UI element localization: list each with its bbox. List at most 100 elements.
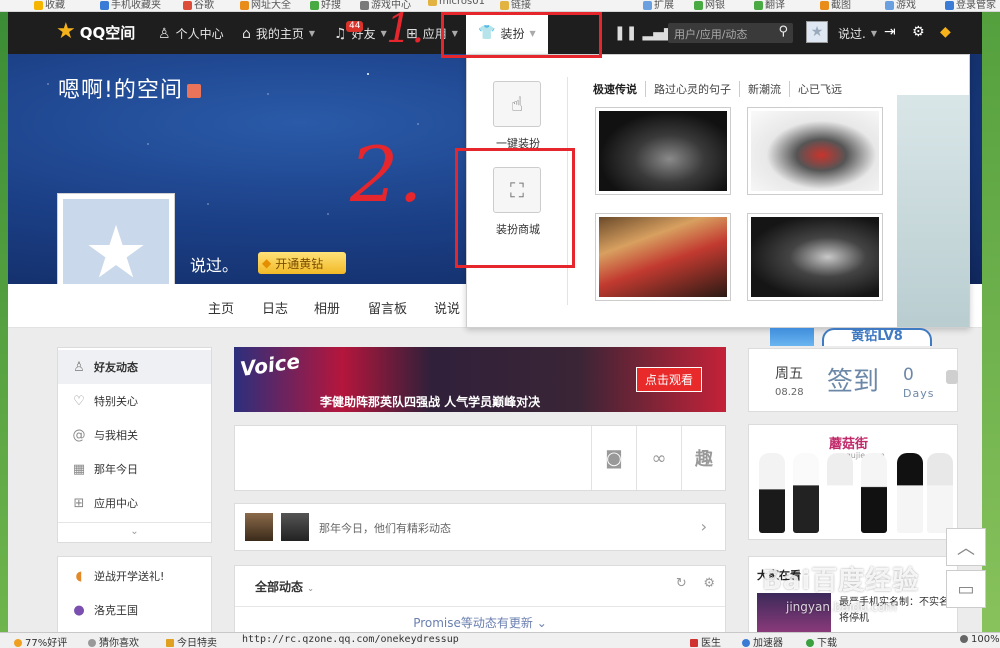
gear-icon[interactable]: ⚙ xyxy=(703,576,715,591)
camera-icon[interactable]: ◙ xyxy=(591,426,636,490)
friends-badge: 44 xyxy=(346,21,364,32)
home-icon: ⌂ xyxy=(242,25,251,42)
chevron-right-icon: › xyxy=(700,517,707,536)
feedback-button[interactable]: ▭ xyxy=(946,570,986,608)
link-icon[interactable]: ∞ xyxy=(636,426,681,490)
fun-icon[interactable]: 趣 xyxy=(681,426,726,490)
status-zoom[interactable]: 100% xyxy=(960,634,1000,645)
theme-thumbnail[interactable] xyxy=(747,213,883,301)
gear-icon[interactable]: ⚙ xyxy=(912,24,925,40)
fav-item[interactable]: 链接 xyxy=(500,0,531,11)
download-icon xyxy=(806,639,814,647)
music-player-icon[interactable]: ❚❚ ▂▄▆ xyxy=(614,25,675,41)
refresh-icon[interactable]: ↻ xyxy=(676,576,687,591)
back-to-top-button[interactable]: ︿ xyxy=(946,528,986,566)
status-rating[interactable]: 77%好评 xyxy=(14,634,67,648)
sign-in-button[interactable]: 签到 xyxy=(827,361,879,398)
tab-shuoshuo[interactable]: 说说 xyxy=(434,298,460,317)
one-click-dressup-button[interactable]: ☝ xyxy=(493,81,541,127)
friend-avatar xyxy=(281,513,309,541)
chevron-down-icon[interactable]: ⌄ xyxy=(58,522,211,541)
tab-blog[interactable]: 日志 xyxy=(262,298,288,317)
status-deals[interactable]: 今日特卖 xyxy=(166,634,217,648)
sidebar-item-app-center[interactable]: ⊞ 应用中心 xyxy=(58,486,211,520)
sidebar-item-roco-kingdom[interactable]: ● 洛克王国 xyxy=(58,593,211,627)
tab-home[interactable]: 主页 xyxy=(208,298,234,317)
diamond-icon[interactable]: ◆ xyxy=(940,24,951,40)
dress-image xyxy=(759,453,785,533)
pause-icon: ❚❚ xyxy=(614,25,638,41)
status-accelerator[interactable]: 加速器 xyxy=(742,634,783,648)
fav-item[interactable]: 截图 xyxy=(820,0,851,11)
ad-brand: Voice xyxy=(238,348,302,382)
diamond-icon: ◆ xyxy=(262,256,272,270)
nav-my-homepage[interactable]: ⌂ 我的主页 ▼ xyxy=(242,25,315,42)
sidebar-item-promo[interactable]: ◖ 逆战开学送礼! xyxy=(58,559,211,593)
sidebar-extra: ◖ 逆战开学送礼! ● 洛克王国 xyxy=(57,556,212,636)
fav-item[interactable]: 谷歌 xyxy=(183,0,214,11)
ad-caption: 李健助阵那英队四强战 人气学员巅峰对决 xyxy=(320,395,541,409)
gift-box-icon xyxy=(770,328,814,346)
caret-down-icon: ▼ xyxy=(308,29,316,38)
fav-item[interactable]: 游戏 xyxy=(885,0,916,11)
qzone-logo[interactable]: ★ QQ空间 xyxy=(56,21,135,43)
feed-update-notice[interactable]: Promise等动态有更新 ⌄ xyxy=(235,614,725,631)
window-icon: ▭ xyxy=(957,578,975,600)
sidebar-item-related-to-me[interactable]: @ 与我相关 xyxy=(58,418,211,452)
search-icon[interactable]: ⚲ xyxy=(778,24,788,39)
rocket-icon xyxy=(742,639,750,647)
theme-list: 极速传说 路过心灵的句子 新潮流 心已飞远 xyxy=(593,81,850,97)
fav-item[interactable]: 网址大全 xyxy=(240,0,291,11)
sidebar-item-friend-feeds[interactable]: ♙ 好友动态 xyxy=(58,350,211,384)
fav-item[interactable]: 翻译 xyxy=(754,0,785,11)
theme-thumbnail[interactable] xyxy=(595,213,731,301)
on-this-day-bar[interactable]: 那年今日，他们有精彩动态 › xyxy=(234,503,726,551)
theme-thumbnail[interactable] xyxy=(595,107,731,195)
theme-link[interactable]: 路过心灵的句子 xyxy=(645,81,739,97)
chevron-up-icon: ︿ xyxy=(957,538,975,559)
gift-icon xyxy=(186,84,201,98)
status-guess[interactable]: 猜你喜欢 xyxy=(88,634,139,648)
at-icon: @ xyxy=(72,427,86,443)
fav-item[interactable]: 收藏 xyxy=(34,0,65,11)
annotation-box-1 xyxy=(441,12,602,58)
chevron-down-icon: ⌄ xyxy=(307,584,314,593)
collapse-handle[interactable] xyxy=(946,370,958,384)
nav-personal-center[interactable]: ♙ 个人中心 xyxy=(158,25,224,42)
days-count: 0 xyxy=(903,365,914,385)
fav-item[interactable]: micros01 xyxy=(428,0,485,7)
user-avatar[interactable]: ★ xyxy=(806,21,828,43)
feed-filter[interactable]: 全部动态 ⌄ xyxy=(255,578,314,595)
annotation-number-2: 2. xyxy=(350,130,423,219)
mogujie-ad[interactable]: 蘑菇街 mogujie.com xyxy=(748,424,958,540)
theme-link[interactable]: 心已飞远 xyxy=(789,81,850,97)
fav-item[interactable]: 登录管家 xyxy=(945,0,996,11)
theme-thumbnail[interactable] xyxy=(747,107,883,195)
watch-button[interactable]: 点击观看 xyxy=(635,367,702,392)
fav-item[interactable]: 网银 xyxy=(694,0,725,11)
fav-item[interactable]: 扩展 xyxy=(643,0,674,11)
fav-item[interactable]: 手机收藏夹 xyxy=(100,0,161,11)
dress-image xyxy=(827,453,853,533)
user-name[interactable]: 说过. ▼ xyxy=(838,25,877,42)
open-vip-button[interactable]: ◆ 开通黄钻 xyxy=(258,252,346,274)
fav-item[interactable]: 好搜 xyxy=(310,0,341,11)
status-doctor[interactable]: 医生 xyxy=(690,634,721,648)
voice-china-ad-banner[interactable]: Voice 李健助阵那英队四强战 人气学员巅峰对决 点击观看 xyxy=(234,347,726,412)
logout-icon[interactable]: ⇥ xyxy=(884,24,896,40)
theme-link[interactable]: 新潮流 xyxy=(739,81,789,97)
search-input[interactable]: 用户/应用/动态 ⚲ xyxy=(668,23,793,43)
calendar-icon: ▦ xyxy=(72,461,86,477)
friend-avatar xyxy=(245,513,273,541)
post-input[interactable] xyxy=(235,426,591,490)
sidebar-item-on-this-day[interactable]: ▦ 那年今日 xyxy=(58,452,211,486)
tab-message-board[interactable]: 留言板 xyxy=(368,298,407,317)
tab-album[interactable]: 相册 xyxy=(314,298,340,317)
status-download[interactable]: 下载 xyxy=(806,634,837,648)
sidebar-item-special-care[interactable]: ♡ 特别关心 xyxy=(58,384,211,418)
heart-icon: ♡ xyxy=(73,393,85,409)
theme-link[interactable]: 极速传说 xyxy=(593,81,645,97)
caret-down-icon: ▼ xyxy=(870,29,877,38)
person-icon: ♙ xyxy=(158,25,171,42)
days-label: Days xyxy=(903,387,935,400)
